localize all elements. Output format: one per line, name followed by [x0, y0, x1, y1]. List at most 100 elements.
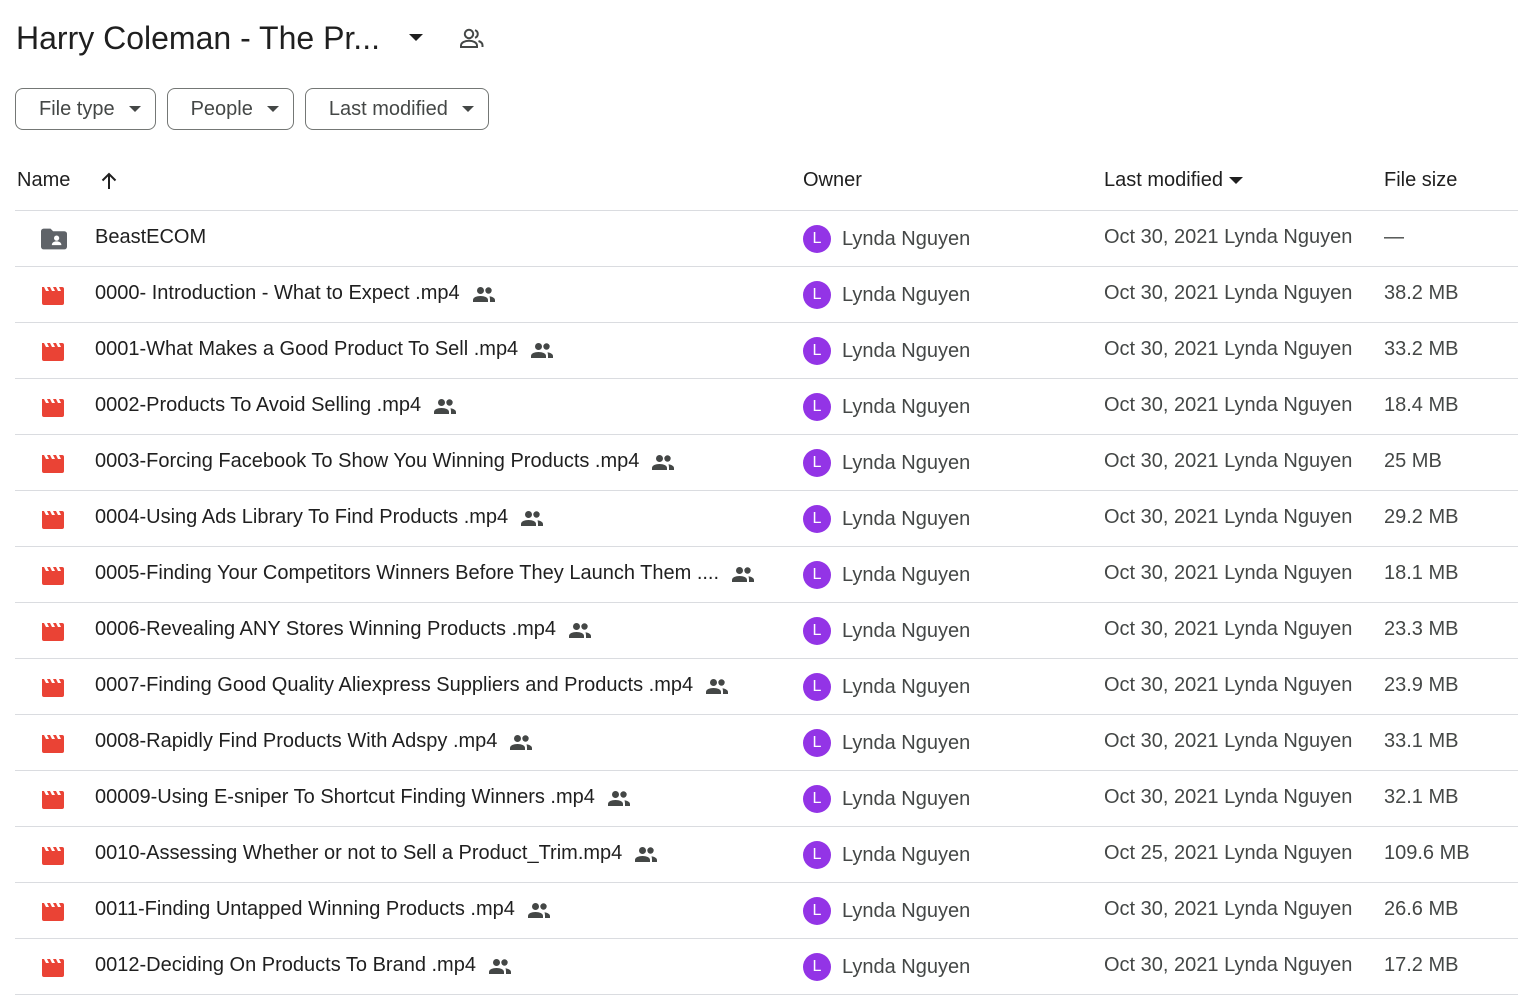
file-size-cell: 109.6 MB	[1384, 842, 1470, 864]
sort-caret-down-icon	[1228, 176, 1243, 185]
file-row[interactable]: 0003-Forcing Facebook To Show You Winnin…	[15, 435, 1518, 491]
owner-name: Lynda Nguyen	[842, 787, 971, 810]
owner-avatar[interactable]: L	[803, 729, 831, 757]
video-file-icon	[41, 731, 67, 755]
file-name: 0011-Finding Untapped Winning Products .…	[95, 898, 551, 921]
shared-people-icon	[472, 286, 496, 302]
last-modified-filter-label: Last modified	[328, 97, 448, 120]
folder-header: Harry Coleman - The Pr...	[16, 14, 486, 62]
file-row[interactable]: 0008-Rapidly Find Products With Adspy .m…	[15, 715, 1518, 771]
video-file-icon	[41, 507, 67, 531]
file-size-cell: 32.1 MB	[1384, 786, 1459, 808]
file-name-text: 0002-Products To Avoid Selling .mp4	[95, 394, 422, 416]
owner-avatar[interactable]: L	[803, 281, 831, 309]
shared-people-icon	[433, 398, 457, 414]
owner-avatar[interactable]: L	[803, 393, 831, 421]
file-name: 0000- Introduction - What to Expect .mp4	[95, 282, 496, 305]
last-modified-cell: Oct 30, 2021 Lynda Nguyen	[1104, 618, 1353, 640]
owner-cell: L Lynda Nguyen	[803, 337, 970, 365]
file-size-cell: 23.3 MB	[1384, 618, 1459, 640]
file-row[interactable]: 00009-Using E-sniper To Shortcut Finding…	[15, 771, 1518, 827]
owner-avatar[interactable]: L	[803, 337, 831, 365]
owner-cell: L Lynda Nguyen	[803, 449, 970, 477]
file-row[interactable]: 0005-Finding Your Competitors Winners Be…	[15, 547, 1518, 603]
owner-cell: L Lynda Nguyen	[803, 393, 970, 421]
owner-avatar[interactable]: L	[803, 505, 831, 533]
owner-avatar[interactable]: L	[803, 953, 831, 981]
name-column-header[interactable]: Name	[17, 169, 118, 192]
owner-name: Lynda Nguyen	[842, 339, 971, 362]
owner-avatar[interactable]: L	[803, 841, 831, 869]
video-file-icon	[41, 843, 67, 867]
shared-folder-people-icon[interactable]	[458, 24, 486, 52]
last-modified-cell: Oct 30, 2021 Lynda Nguyen	[1104, 562, 1353, 584]
last-modified-column-header[interactable]: Last modified	[1104, 169, 1243, 192]
file-size-cell: 26.6 MB	[1384, 898, 1459, 920]
owner-cell: L Lynda Nguyen	[803, 281, 970, 309]
last-modified-filter-chip[interactable]: Last modified	[304, 88, 489, 130]
folder-row[interactable]: BeastECOM L Lynda Nguyen Oct 30, 2021 Lynda…	[15, 211, 1518, 267]
owner-avatar[interactable]: L	[803, 449, 831, 477]
folder-menu-caret-icon[interactable]	[404, 26, 428, 50]
owner-avatar[interactable]: L	[803, 673, 831, 701]
file-type-filter-label: File type	[39, 97, 115, 120]
shared-people-icon	[731, 566, 755, 582]
file-name: 0003-Forcing Facebook To Show You Winnin…	[95, 450, 675, 473]
file-name-text: 00009-Using E-sniper To Shortcut Finding…	[95, 786, 595, 808]
last-modified-cell: Oct 30, 2021 Lynda Nguyen	[1104, 338, 1353, 360]
video-file-icon	[41, 451, 67, 475]
owner-avatar[interactable]: L	[803, 617, 831, 645]
file-name-text: 0005-Finding Your Competitors Winners Be…	[95, 562, 720, 584]
file-size-cell: 33.2 MB	[1384, 338, 1459, 360]
file-name-text: 0010-Assessing Whether or not to Sell a …	[95, 842, 623, 864]
last-modified-cell: Oct 30, 2021 Lynda Nguyen	[1104, 730, 1353, 752]
owner-cell: L Lynda Nguyen	[803, 729, 970, 757]
owner-name: Lynda Nguyen	[842, 283, 971, 306]
file-row[interactable]: 0010-Assessing Whether or not to Sell a …	[15, 827, 1518, 883]
file-name-text: 0008-Rapidly Find Products With Adspy .m…	[95, 730, 498, 752]
file-name-text: 0000- Introduction - What to Expect .mp4	[95, 282, 460, 304]
file-name: 0002-Products To Avoid Selling .mp4	[95, 394, 457, 417]
owner-cell: L Lynda Nguyen	[803, 673, 970, 701]
file-size-cell: 23.9 MB	[1384, 674, 1459, 696]
owner-avatar[interactable]: L	[803, 785, 831, 813]
file-row[interactable]: 0001-What Makes a Good Product To Sell .…	[15, 323, 1518, 379]
file-list: BeastECOM L Lynda Nguyen Oct 30, 2021 Lynda…	[15, 211, 1518, 995]
owner-name: Lynda Nguyen	[842, 899, 971, 922]
file-row[interactable]: 0006-Revealing ANY Stores Winning Produc…	[15, 603, 1518, 659]
file-name: 0004-Using Ads Library To Find Products …	[95, 506, 544, 529]
shared-people-icon	[607, 790, 631, 806]
last-modified-cell: Oct 30, 2021 Lynda Nguyen	[1104, 954, 1353, 976]
owner-avatar[interactable]: L	[803, 225, 831, 253]
last-modified-cell: Oct 30, 2021 Lynda Nguyen	[1104, 674, 1353, 696]
file-name: 0008-Rapidly Find Products With Adspy .m…	[95, 730, 533, 753]
file-list-header: Name Owner Last modified File size	[15, 155, 1518, 211]
owner-name: Lynda Nguyen	[842, 955, 971, 978]
file-row[interactable]: 0007-Finding Good Quality Aliexpress Sup…	[15, 659, 1518, 715]
folder-title[interactable]: Harry Coleman - The Pr...	[16, 20, 380, 57]
owner-avatar[interactable]: L	[803, 561, 831, 589]
owner-name: Lynda Nguyen	[842, 395, 971, 418]
video-file-icon	[41, 563, 67, 587]
owner-cell: L Lynda Nguyen	[803, 561, 970, 589]
chevron-down-icon	[128, 105, 141, 113]
file-name: 0010-Assessing Whether or not to Sell a …	[95, 842, 658, 865]
sort-ascending-arrow-icon[interactable]	[100, 172, 118, 190]
shared-people-icon	[488, 958, 512, 974]
shared-people-icon	[520, 510, 544, 526]
file-row[interactable]: 0004-Using Ads Library To Find Products …	[15, 491, 1518, 547]
people-filter-chip[interactable]: People	[166, 88, 294, 130]
last-modified-cell: Oct 30, 2021 Lynda Nguyen	[1104, 226, 1353, 248]
file-size-column-header: File size	[1384, 169, 1458, 191]
file-type-filter-chip[interactable]: File type	[15, 88, 156, 130]
file-row[interactable]: 0012-Deciding On Products To Brand .mp4 L…	[15, 939, 1518, 995]
file-name: 00009-Using E-sniper To Shortcut Finding…	[95, 786, 631, 809]
file-row[interactable]: 0011-Finding Untapped Winning Products .…	[15, 883, 1518, 939]
file-name-text: 0004-Using Ads Library To Find Products …	[95, 506, 509, 528]
file-row[interactable]: 0000- Introduction - What to Expect .mp4…	[15, 267, 1518, 323]
owner-avatar[interactable]: L	[803, 897, 831, 925]
file-name-text: 0011-Finding Untapped Winning Products .…	[95, 898, 515, 920]
file-name: BeastECOM	[95, 226, 206, 249]
file-row[interactable]: 0002-Products To Avoid Selling .mp4 L Lynd…	[15, 379, 1518, 435]
file-size-cell: 29.2 MB	[1384, 506, 1459, 528]
